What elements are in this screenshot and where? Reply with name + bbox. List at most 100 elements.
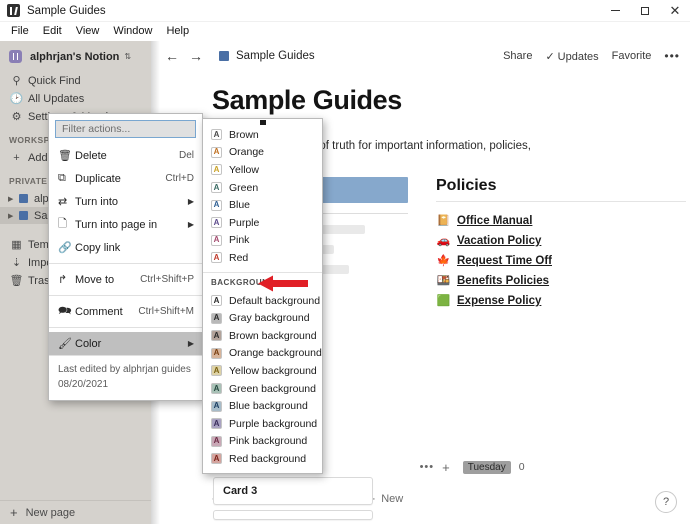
board-card[interactable] (213, 510, 373, 520)
close-icon: ✕ (669, 3, 681, 18)
color-option-brown[interactable]: A Brown (203, 126, 322, 144)
green-square-icon: 🟩 (436, 295, 451, 308)
column-more-button[interactable]: ••• (420, 461, 435, 473)
color-swatch-icon: A (211, 217, 222, 229)
column-add-button[interactable]: + (442, 460, 450, 475)
notebook-icon: 📔 (436, 215, 451, 228)
menu-view[interactable]: View (69, 23, 107, 40)
more-options-button[interactable]: ••• (664, 49, 680, 63)
color-option-pink[interactable]: A Pink (203, 232, 322, 250)
menu-edit[interactable]: Edit (36, 23, 69, 40)
color-swatch-icon: A (211, 383, 222, 395)
policy-link-benefits-policies[interactable]: 🍱 Benefits Policies (436, 271, 686, 291)
color-option-orange-background[interactable]: A Orange background (203, 345, 322, 363)
color-option-label: Orange (229, 146, 265, 159)
new-page-button[interactable]: + New page (0, 500, 151, 524)
color-option-brown-background[interactable]: A Brown background (203, 327, 322, 345)
policy-link-vacation-policy[interactable]: 🚗 Vacation Policy (436, 231, 686, 251)
color-option-yellow[interactable]: A Yellow (203, 161, 322, 179)
color-option-gray-background[interactable]: A Gray background (203, 309, 322, 327)
menu-item-turn-into[interactable]: ⇄ Turn into ▶ (49, 190, 202, 213)
page-icon (19, 194, 28, 203)
board-card[interactable]: Card 3 (213, 477, 373, 505)
policies-heading: Policies (436, 176, 497, 194)
menu-help[interactable]: Help (159, 23, 196, 40)
updates-button[interactable]: ✓ Updates (545, 50, 598, 63)
duplicate-icon: ⧉ (58, 172, 66, 184)
menu-item-shortcut: Del (178, 150, 194, 161)
color-option-pink-background[interactable]: A Pink background (203, 433, 322, 451)
sidebar-item-all-updates[interactable]: 🕑 All Updates (0, 90, 151, 107)
menu-item-move-to[interactable]: ↱ Move to Ctrl+Shift+P (49, 268, 202, 291)
leaf-icon: 🍁 (436, 255, 451, 268)
color-option-blue-background[interactable]: A Blue background (203, 397, 322, 415)
help-button[interactable]: ? (655, 491, 677, 513)
color-option-label: Red (229, 251, 249, 264)
breadcrumb[interactable]: Sample Guides (236, 50, 315, 62)
back-button[interactable]: ← (165, 48, 179, 64)
car-icon: 🚗 (436, 235, 451, 248)
page-actions: Share ✓ Updates Favorite ••• (503, 49, 680, 63)
menu-footer: Last edited by alphrjan guides 08/20/202… (49, 356, 202, 400)
menu-item-turn-into-page-in[interactable]: 🗋 Turn into page in ▶ (49, 213, 202, 236)
scroll-up-indicator[interactable] (203, 119, 322, 126)
last-edited-date: 08/20/2021 (58, 379, 109, 390)
color-option-label: Blue background (229, 400, 308, 413)
menu-item-label: Turn into (75, 195, 119, 208)
color-swatch-icon: A (211, 129, 222, 141)
minimize-button[interactable] (600, 0, 630, 22)
color-option-label: Default background (229, 294, 321, 307)
favorite-button[interactable]: Favorite (612, 50, 652, 62)
color-option-purple-background[interactable]: A Purple background (203, 415, 322, 433)
color-option-green[interactable]: A Green (203, 179, 322, 197)
gear-icon: ⚙ (11, 111, 22, 123)
close-button[interactable]: ✕ (660, 0, 690, 22)
color-option-yellow-background[interactable]: A Yellow background (203, 362, 322, 380)
check-icon: ✓ (545, 50, 555, 63)
notion-logo-icon (7, 4, 20, 17)
color-swatch-icon: A (211, 453, 222, 465)
sidebar-item-label: Quick Find (28, 74, 81, 87)
column-right: Policies 📔 Office Manual 🚗 Vacation Poli… (436, 177, 686, 311)
forward-button[interactable]: → (189, 48, 203, 64)
share-button[interactable]: Share (503, 50, 532, 62)
filter-actions-input[interactable]: Filter actions... (55, 120, 196, 138)
menu-item-duplicate[interactable]: ⧉ Duplicate Ctrl+D (49, 167, 202, 190)
add-new-label: New (381, 492, 404, 505)
menu-bar: File Edit View Window Help (0, 22, 690, 41)
menu-item-color[interactable]: 🖌 Color ▶ (49, 332, 202, 355)
color-option-red[interactable]: A Red (203, 249, 322, 267)
menu-item-copy-link[interactable]: 🔗 Copy link (49, 236, 202, 259)
menu-item-comment[interactable]: 🗪 Comment Ctrl+Shift+M (49, 300, 202, 323)
policy-link-expense-policy[interactable]: 🟩 Expense Policy (436, 291, 686, 311)
sidebar-item-quick-find[interactable]: ⚲ Quick Find (0, 72, 151, 89)
window-controls: ✕ (600, 0, 690, 22)
workspace-switcher[interactable]: alphrjan's Notion ⇅ (0, 41, 151, 72)
color-swatch-icon: A (211, 347, 222, 359)
window-title: Sample Guides (27, 4, 106, 17)
menu-item-shortcut: Ctrl+D (165, 173, 194, 184)
color-swatch-icon: A (211, 400, 222, 412)
templates-icon: ▦ (11, 239, 22, 251)
policy-link-request-time-off[interactable]: 🍁 Request Time Off (436, 251, 686, 271)
color-option-default-background[interactable]: A Default background (203, 292, 322, 310)
minimize-icon (610, 10, 620, 11)
color-option-red-background[interactable]: A Red background (203, 450, 322, 468)
sidebar-footer: + New page (0, 500, 151, 524)
menu-item-delete[interactable]: 🗑 Delete Del (49, 144, 202, 167)
color-option-purple[interactable]: A Purple (203, 214, 322, 232)
color-option-blue[interactable]: A Blue (203, 196, 322, 214)
policy-link-office-manual[interactable]: 📔 Office Manual (436, 211, 686, 231)
maximize-button[interactable] (630, 0, 660, 22)
menu-file[interactable]: File (4, 23, 36, 40)
color-swatch-icon: A (211, 146, 222, 158)
chevron-right-icon: ▶ (8, 212, 14, 220)
clock-icon: 🕑 (9, 93, 24, 105)
chevron-right-icon: ▶ (187, 197, 194, 206)
menu-item-label: Comment (75, 305, 123, 318)
color-option-orange[interactable]: A Orange (203, 144, 322, 162)
color-swatch-icon: A (211, 365, 222, 377)
menu-window[interactable]: Window (106, 23, 159, 40)
page-topbar: ← → Sample Guides Share ✓ Updates Favorit… (151, 41, 690, 71)
color-option-green-background[interactable]: A Green background (203, 380, 322, 398)
